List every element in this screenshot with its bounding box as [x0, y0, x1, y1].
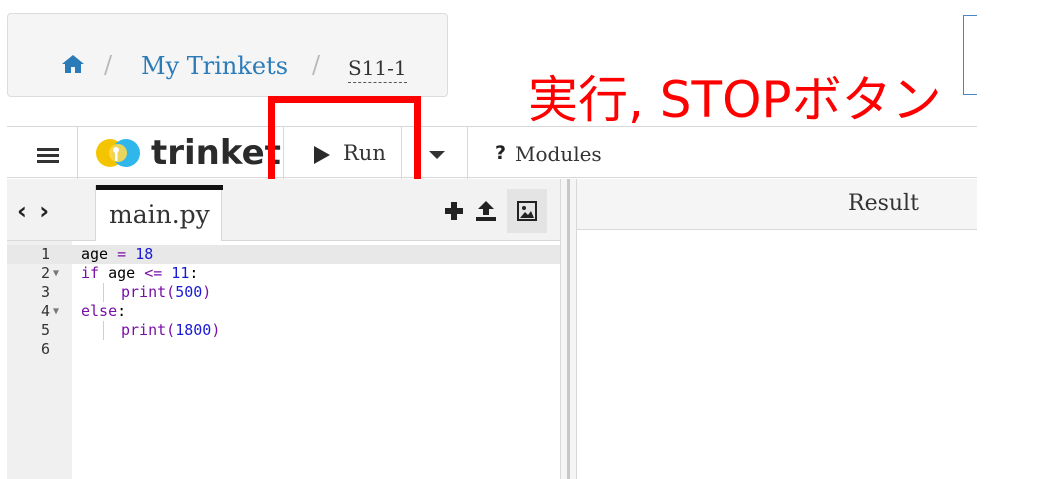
line-number: 4 — [40, 302, 50, 320]
caret-down-icon — [429, 151, 445, 159]
annotation-bracket-line — [963, 15, 977, 16]
editor-tab-bar: ‹ › main.py — [7, 179, 560, 241]
code-editor[interactable]: 1 age = 18 2 ▼ if age <= 11: 3 print(500… — [7, 241, 560, 479]
line-number: 6 — [40, 340, 50, 358]
annotation-bracket-line — [963, 94, 977, 95]
hamburger-menu-icon[interactable] — [37, 148, 59, 163]
toolbar-divider — [77, 127, 78, 179]
fold-arrow-icon[interactable]: ▼ — [53, 264, 59, 283]
file-tab-main-py[interactable]: main.py — [95, 185, 223, 241]
add-file-icon[interactable] — [444, 201, 464, 221]
result-output-area — [577, 230, 977, 479]
question-icon: ? — [495, 142, 507, 164]
breadcrumb-link-my-trinkets[interactable]: My Trinkets — [141, 52, 288, 80]
upload-icon[interactable] — [475, 200, 497, 222]
image-library-button[interactable] — [507, 189, 547, 233]
annotation-label: 実行, STOPボタン — [528, 71, 942, 129]
code-line[interactable]: 5 print(1800) — [7, 321, 560, 340]
code-line[interactable]: 3 print(500) — [7, 283, 560, 302]
trinket-logo-text: trinket — [151, 133, 281, 173]
splitter-handle[interactable] — [567, 179, 570, 479]
modules-button[interactable]: ? Modules — [473, 127, 613, 179]
result-tab-label: Result — [848, 191, 919, 216]
annotation-bracket-line — [963, 15, 964, 94]
result-pane-header: Result — [577, 179, 977, 230]
line-number: 1 — [40, 245, 50, 263]
line-number: 3 — [40, 283, 50, 301]
code-navigation-arrows-icon[interactable]: ‹ › — [17, 197, 51, 225]
modules-button-label: Modules — [515, 142, 602, 166]
breadcrumb: / My Trinkets / S11-1 — [7, 13, 448, 97]
breadcrumb-current-trinket-name[interactable]: S11-1 — [348, 56, 407, 83]
toolbar: trinket Run ? Modules — [7, 126, 977, 179]
pane-splitter[interactable] — [560, 179, 577, 479]
active-tab-indicator — [96, 185, 223, 190]
code-line[interactable]: 1 age = 18 — [7, 245, 560, 264]
trinket-logo-icon — [96, 139, 140, 167]
toolbar-divider — [467, 127, 468, 179]
code-line[interactable]: 4 ▼ else: — [7, 302, 560, 321]
file-tab-label: main.py — [109, 200, 210, 229]
code-line[interactable]: 6 — [7, 340, 560, 359]
breadcrumb-separator: / — [312, 51, 321, 79]
line-number: 5 — [40, 321, 50, 339]
fold-arrow-icon[interactable]: ▼ — [53, 302, 59, 321]
line-number: 2 — [40, 264, 50, 282]
home-icon[interactable] — [61, 54, 85, 74]
code-line[interactable]: 2 ▼ if age <= 11: — [7, 264, 560, 283]
image-icon — [517, 201, 537, 221]
breadcrumb-separator: / — [104, 51, 113, 79]
